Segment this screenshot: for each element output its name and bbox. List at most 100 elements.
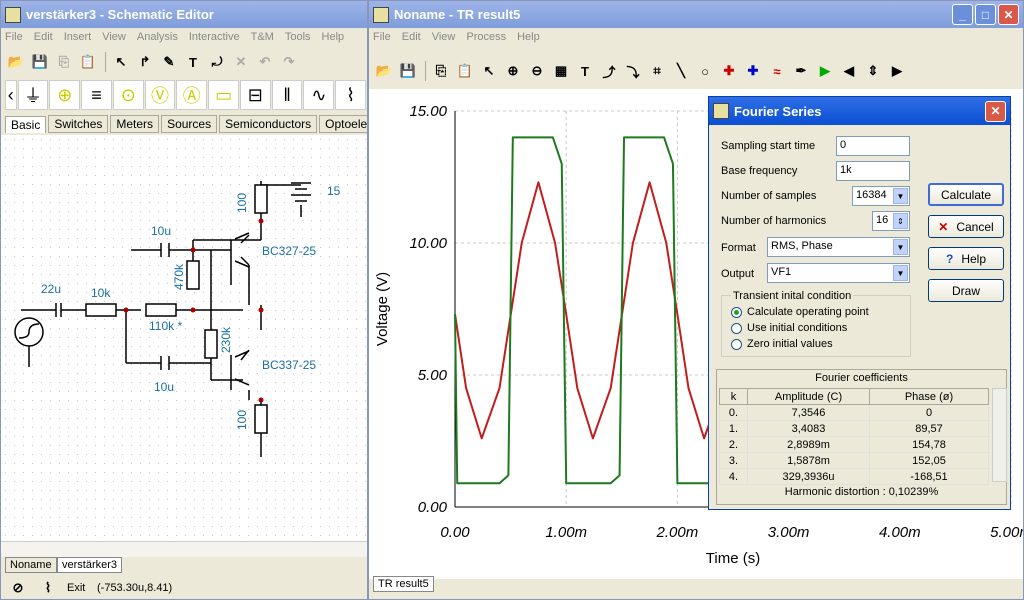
voltmeter-icon[interactable]: ⊙ — [112, 80, 144, 110]
zoom-in-icon[interactable]: ⊕ — [502, 60, 524, 82]
tab-verstaerker3[interactable]: verstärker3 — [57, 557, 123, 573]
inductor-icon[interactable]: ∿ — [303, 80, 335, 110]
base-frequency-input[interactable]: 1k — [836, 161, 910, 181]
copy-icon[interactable]: ⎘ — [53, 51, 75, 73]
redo-icon[interactable]: ↷ — [278, 51, 300, 73]
table-row[interactable]: 3. 1,5878m 152,05 — [719, 452, 989, 469]
tab-semiconductors[interactable]: Semiconductors — [219, 115, 318, 133]
table-row[interactable]: 1. 3,4083 89,57 — [719, 420, 989, 437]
calculate-button[interactable]: Calculate — [928, 183, 1004, 206]
plot-save-icon[interactable]: 💾 — [397, 60, 419, 82]
tab-tr-result5[interactable]: TR result5 — [373, 576, 434, 592]
horizontal-scrollbar[interactable] — [1, 541, 367, 557]
maximize-icon[interactable]: □ — [975, 4, 996, 25]
menu-interactive[interactable]: Interactive — [189, 31, 240, 43]
zoom-out-icon[interactable]: ⊖ — [526, 60, 548, 82]
format-select[interactable]: RMS, Phase ▼ — [767, 237, 910, 257]
plot-pointer-icon[interactable]: ↖ — [478, 60, 500, 82]
menu-help[interactable]: Help — [322, 31, 345, 43]
output-select[interactable]: VF1 ▼ — [767, 263, 910, 283]
minimize-icon[interactable]: _ — [952, 4, 973, 25]
potentiometer-icon[interactable]: ⊟ — [239, 80, 271, 110]
delete-icon[interactable]: ✕ — [230, 51, 252, 73]
probe-icon[interactable]: ✒ — [790, 60, 812, 82]
tab-basic[interactable]: Basic — [5, 115, 47, 133]
rotate-icon[interactable]: ⤾ — [206, 51, 228, 73]
menu-insert[interactable]: Insert — [64, 31, 92, 43]
radio-calc-op-point[interactable]: Calculate operating point — [731, 306, 869, 318]
schematic-canvas[interactable]: 100 15 10u BC327-25 470k 22u 10k 110k * … — [1, 135, 367, 541]
wire-icon[interactable]: ↱ — [134, 51, 156, 73]
fourier-titlebar[interactable]: Fourier Series ✕ — [709, 97, 1010, 125]
sampling-start-input[interactable]: 0 — [836, 136, 910, 156]
exit-button[interactable]: Exit — [67, 582, 85, 594]
table-row[interactable]: 4. 329,3936u -168,51 — [719, 468, 989, 485]
voltage-meter-icon[interactable]: Ⓥ — [144, 80, 176, 110]
plot-open-icon[interactable]: 📂 — [373, 60, 395, 82]
spin-icon[interactable]: ⇕ — [893, 213, 908, 229]
table-row[interactable]: 0. 7,3546 0 — [719, 404, 989, 421]
status-circuit-icon[interactable]: ⊘ — [7, 577, 29, 599]
plot-menu-help[interactable]: Help — [517, 31, 540, 43]
plot-titlebar[interactable]: Noname - TR result5 _ □ ✕ — [369, 1, 1023, 28]
plot-paste-icon[interactable]: 📋 — [454, 60, 476, 82]
schematic-titlebar[interactable]: verstärker3 - Schematic Editor — [1, 1, 367, 28]
plot-text-icon[interactable]: T — [574, 60, 596, 82]
coefficients-scrollbar[interactable] — [992, 388, 1007, 482]
cancel-button[interactable]: ✕ Cancel — [928, 215, 1004, 238]
menu-edit[interactable]: Edit — [34, 31, 53, 43]
menu-tm[interactable]: T&M — [251, 31, 274, 43]
grid-icon[interactable]: ▦ — [550, 60, 572, 82]
tab-meters[interactable]: Meters — [110, 115, 160, 133]
annotate-icon[interactable]: ⤵ — [622, 60, 644, 82]
voltage-source-icon[interactable]: ⊕ — [49, 80, 81, 110]
undo-icon[interactable]: ↶ — [254, 51, 276, 73]
run-icon[interactable]: ▶ — [814, 60, 836, 82]
menu-tools[interactable]: Tools — [285, 31, 311, 43]
ammeter-icon[interactable]: Ⓐ — [176, 80, 208, 110]
num-samples-select[interactable]: 16384 ▼ — [852, 186, 910, 206]
battery-icon[interactable]: ≡ — [81, 80, 112, 110]
scroll-left-icon[interactable]: ‹ — [5, 80, 17, 110]
capacitor-icon[interactable]: ‖ — [271, 80, 303, 110]
paste-icon[interactable]: 📋 — [77, 51, 99, 73]
plot-menu-file[interactable]: File — [373, 31, 391, 43]
curves-icon[interactable]: ≈ — [766, 60, 788, 82]
tab-switches[interactable]: Switches — [48, 115, 109, 133]
tab-noname[interactable]: Noname — [5, 557, 57, 573]
tab-sources[interactable]: Sources — [161, 115, 218, 133]
text-icon[interactable]: T — [182, 51, 204, 73]
cursor-b-icon[interactable]: ✚ — [742, 60, 764, 82]
cursor-a-icon[interactable]: ✚ — [718, 60, 740, 82]
num-harmonics-stepper[interactable]: 16 ⇕ — [872, 211, 910, 231]
tab-optoelectronic[interactable]: Optoelectronic — [319, 115, 367, 133]
next-icon[interactable]: ▶ — [886, 60, 908, 82]
menu-analysis[interactable]: Analysis — [137, 31, 178, 43]
prev-icon[interactable]: ◀ — [838, 60, 860, 82]
status-graph-icon[interactable]: ⌇ — [37, 577, 59, 599]
pencil-icon[interactable]: ✎ — [158, 51, 180, 73]
plot-copy-icon[interactable]: ⎘ — [430, 60, 452, 82]
fourier-close-icon[interactable]: ✕ — [985, 100, 1006, 122]
ground-icon[interactable]: ⏚ — [17, 80, 49, 110]
menu-file[interactable]: File — [5, 31, 23, 43]
table-row[interactable]: 2. 2,8989m 154,78 — [719, 436, 989, 453]
radio-initial-conditions[interactable]: Use initial conditions — [731, 322, 847, 334]
line-icon[interactable]: ╲ — [670, 60, 692, 82]
open-icon[interactable]: 📂 — [5, 51, 27, 73]
updown-icon[interactable]: ⇕ — [862, 60, 884, 82]
help-button[interactable]: ? Help — [928, 247, 1004, 270]
save-icon[interactable]: 💾 — [29, 51, 51, 73]
plot-menu-process[interactable]: Process — [466, 31, 506, 43]
transformer-icon[interactable]: ⌇ — [335, 80, 367, 110]
dimension-icon[interactable]: ⌗ — [646, 60, 668, 82]
circle-icon[interactable]: ○ — [694, 60, 716, 82]
marker-icon[interactable]: ⤴ — [598, 60, 620, 82]
resistor-icon[interactable]: ▭ — [208, 80, 239, 110]
plot-menu-edit[interactable]: Edit — [402, 31, 421, 43]
radio-zero-initial[interactable]: Zero initial values — [731, 338, 833, 350]
pointer-icon[interactable]: ↖ — [110, 51, 132, 73]
close-icon[interactable]: ✕ — [998, 4, 1019, 25]
draw-button[interactable]: Draw — [928, 279, 1004, 302]
plot-menu-view[interactable]: View — [432, 31, 456, 43]
